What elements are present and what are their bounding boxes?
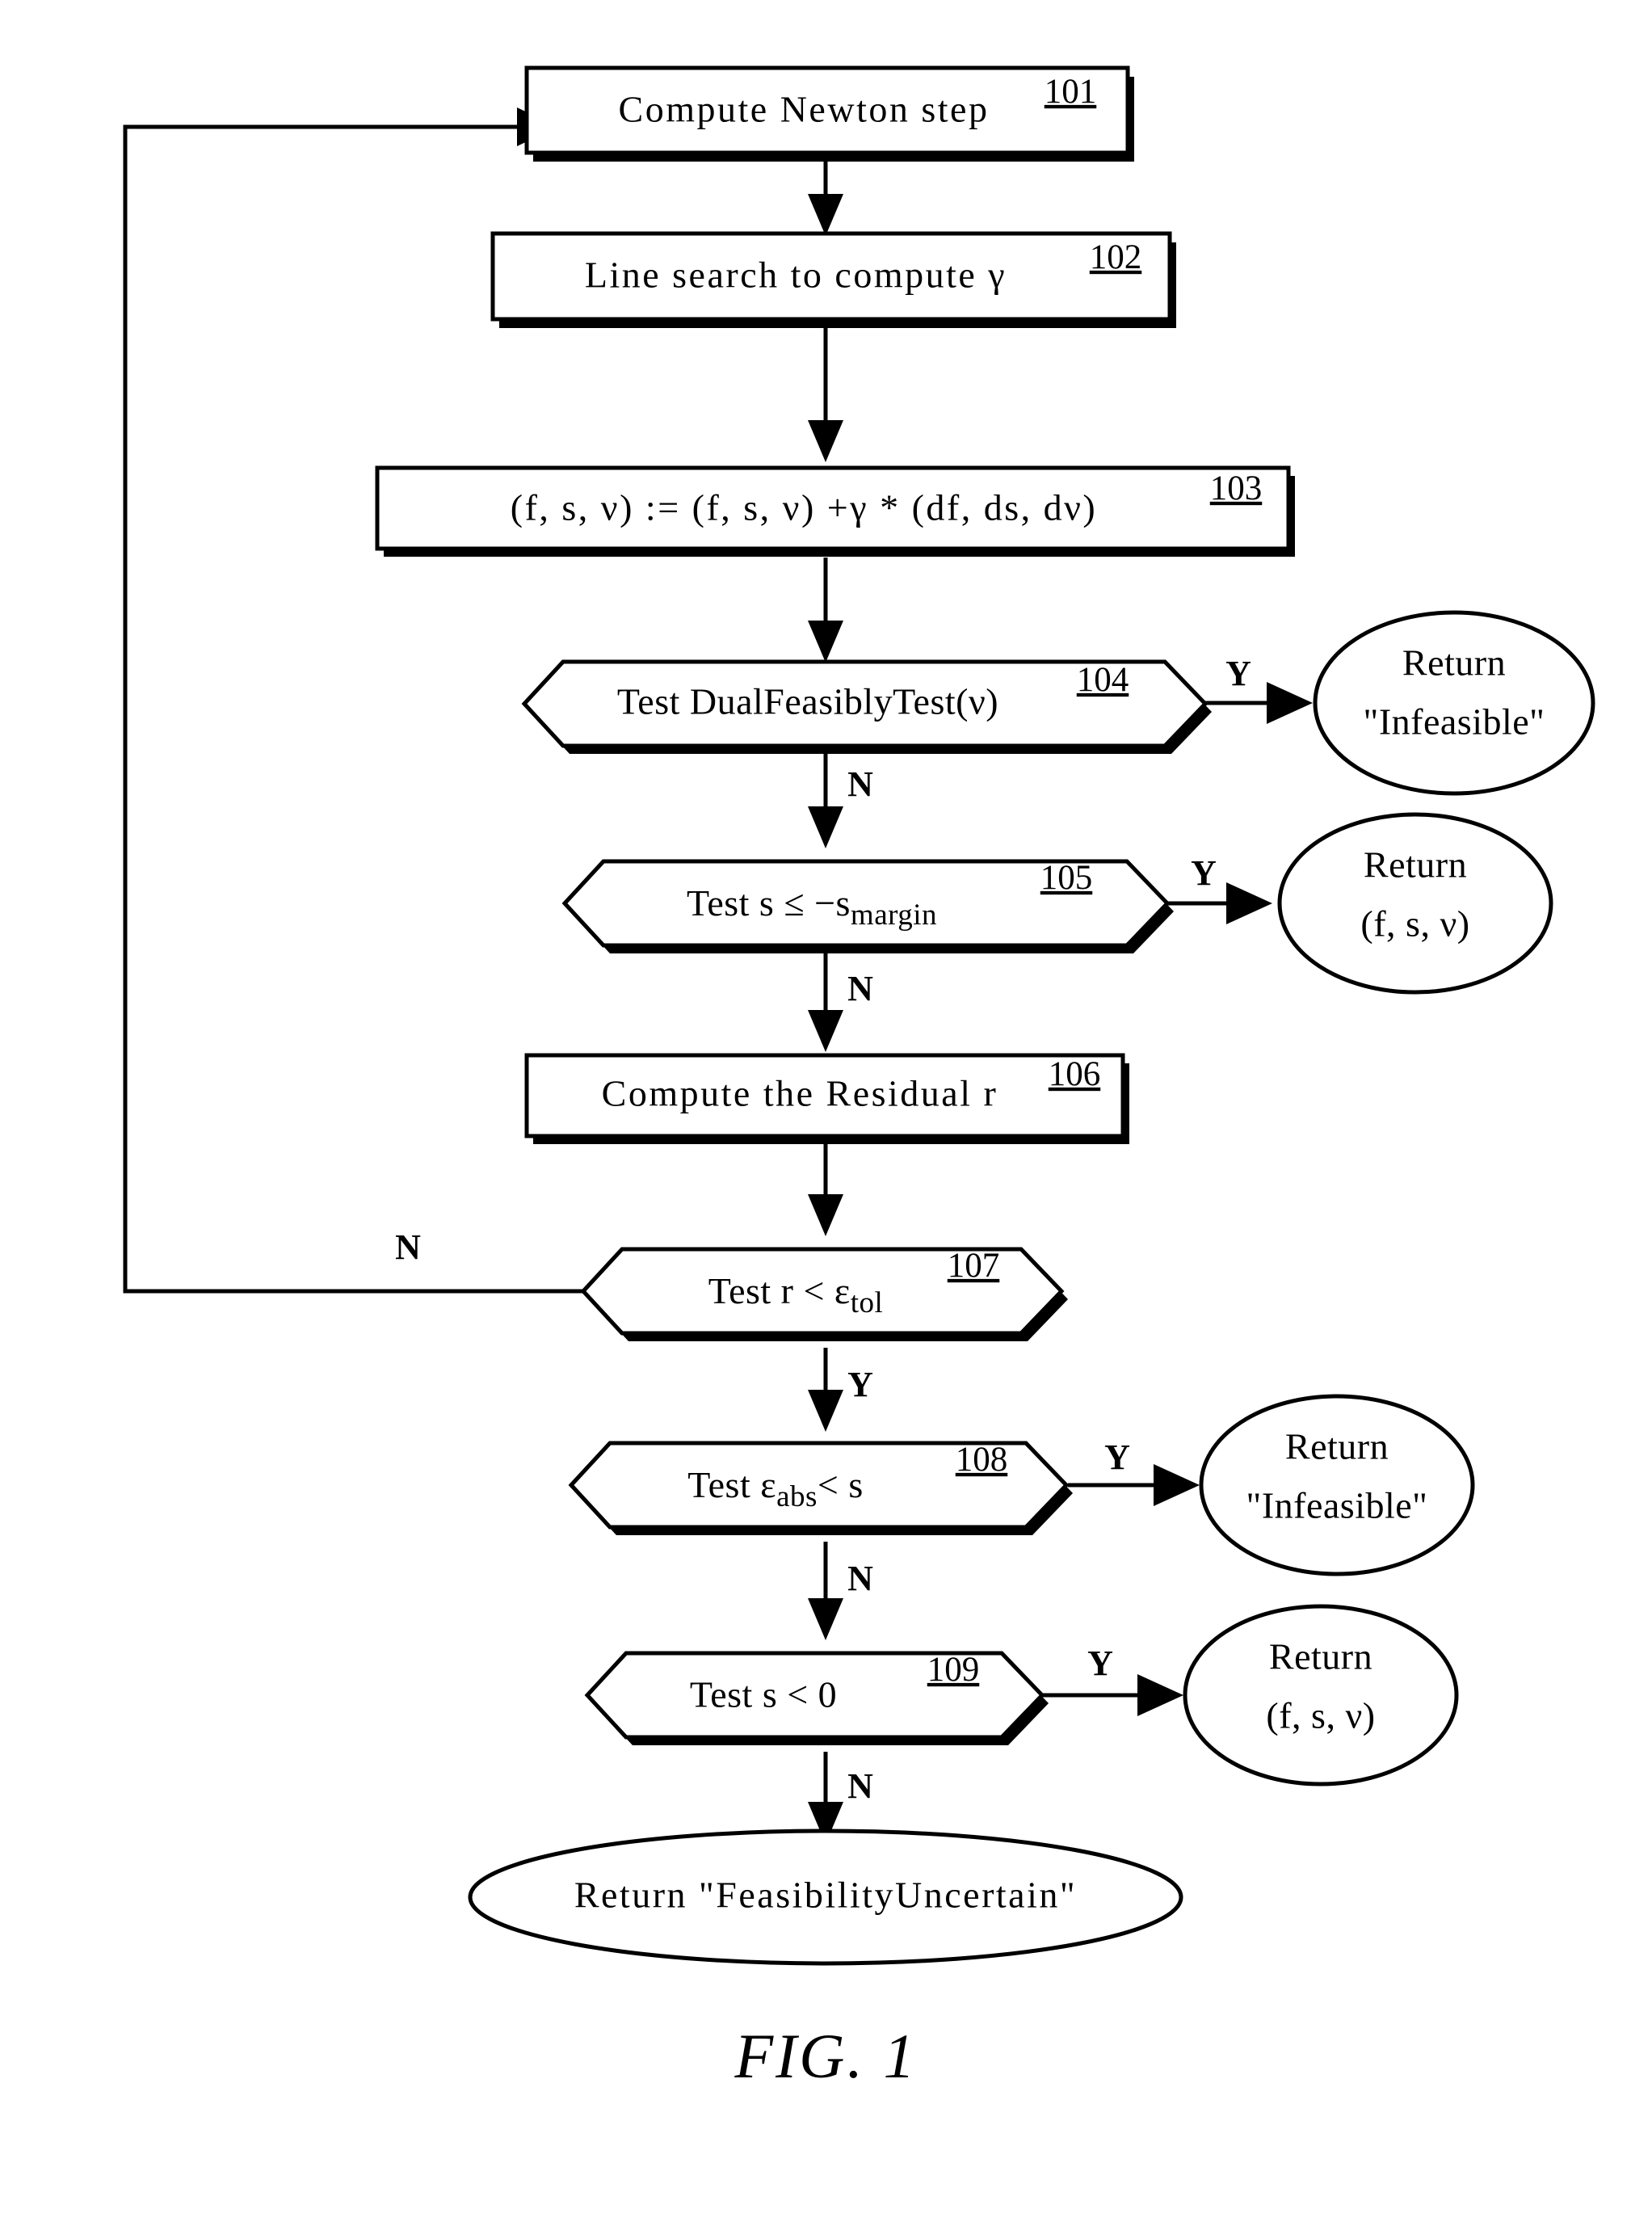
node-108-label-after: < s [818,1464,864,1505]
branch-label-107-no: N [395,1227,421,1267]
node-104[interactable]: Test DualFeasiblyTest(ν) 104 [521,659,1212,754]
node-109-label: Test s < 0 [690,1674,837,1715]
edge-102-to-103 [808,325,843,462]
node-108-ref: 108 [956,1441,1008,1479]
node-102[interactable]: Line search to compute γ 102 [490,231,1176,328]
node-109[interactable]: Test s < 0 109 [584,1651,1049,1745]
terminal-108-line1: Return [1285,1426,1389,1467]
branch-label-108-no: N [847,1559,873,1598]
terminal-infeasible-108[interactable]: Return "Infeasible" [1199,1394,1475,1576]
terminal-end-label: Return "FeasibilityUncertain" [574,1875,1077,1916]
node-108[interactable]: Test εabs< s 108 [568,1441,1073,1535]
terminal-104-line1: Return [1402,642,1506,684]
terminal-105-line2: (f, s, ν) [1360,903,1469,945]
branch-label-107-yes: Y [847,1365,873,1404]
node-107[interactable]: Test r < εtol 107 [580,1247,1068,1341]
node-101-ref: 101 [1045,73,1097,111]
node-104-label: Test DualFeasiblyTest(ν) [617,681,998,722]
terminal-105-line1: Return [1364,844,1467,886]
node-106[interactable]: Compute the Residual r 106 [524,1053,1129,1144]
terminal-109-line2: (f, s, ν) [1266,1695,1375,1736]
terminal-108-line2: "Infeasible" [1246,1485,1428,1526]
terminal-infeasible-104[interactable]: Return "Infeasible" [1313,610,1595,796]
edge-107-yes [808,1348,843,1432]
node-105-label-main: Test s ≤ −s [687,882,851,924]
node-105-ref: 105 [1040,859,1093,897]
branch-label-105-yes: Y [1191,853,1217,893]
node-103[interactable]: (f, s, ν) := (f, s, ν) +γ * (df, ds, dν)… [375,465,1295,557]
node-108-subscript: abs [776,1480,818,1513]
flowchart-diagram: Compute Newton step 101 Line search to c… [123,65,1595,1966]
node-105-subscript: margin [851,898,937,932]
node-102-label: Line search to compute γ [585,255,1007,296]
node-107-ref: 107 [948,1247,1000,1285]
figure-caption: FIG. 1 [734,2021,918,2091]
node-109-ref: 109 [927,1651,980,1689]
terminal-feasibility-uncertain[interactable]: Return "FeasibilityUncertain" [468,1829,1183,1966]
branch-label-104-no: N [847,764,873,804]
node-108-label-main: Test ε [687,1464,776,1505]
edge-104-no [808,747,843,848]
terminal-109-line1: Return [1269,1636,1372,1677]
figure-root: Compute Newton step 101 Line search to c… [0,0,1652,2222]
branch-label-108-yes: Y [1104,1437,1130,1477]
branch-label-109-no: N [847,1766,873,1806]
edge-108-yes [1068,1464,1200,1506]
edge-105-no [808,953,843,1052]
node-107-subscript: tol [851,1286,884,1319]
node-103-ref: 103 [1210,469,1263,507]
branch-label-105-no: N [847,969,873,1008]
terminal-return-fsv-109[interactable]: Return (f, s, ν) [1183,1604,1459,1786]
node-102-ref: 102 [1090,238,1142,276]
node-107-label-main: Test r < ε [708,1270,851,1311]
node-103-label: (f, s, ν) := (f, s, ν) +γ * (df, ds, dν) [511,487,1097,528]
node-104-ref: 104 [1077,661,1129,699]
branch-label-104-yes: Y [1225,654,1251,693]
node-106-label: Compute the Residual r [602,1073,998,1114]
terminal-104-line2: "Infeasible" [1364,701,1545,743]
node-105[interactable]: Test s ≤ −smargin 105 [561,859,1174,953]
node-106-ref: 106 [1049,1055,1101,1093]
edge-101-to-102 [808,155,843,236]
node-101[interactable]: Compute Newton step 101 [524,65,1134,162]
branch-label-109-yes: Y [1087,1643,1113,1683]
node-101-label: Compute Newton step [619,89,990,130]
edge-108-no [808,1542,843,1640]
terminal-return-fsv-105[interactable]: Return (f, s, ν) [1277,812,1553,995]
edge-106-to-107 [808,1141,843,1236]
edge-103-to-104 [808,558,843,663]
